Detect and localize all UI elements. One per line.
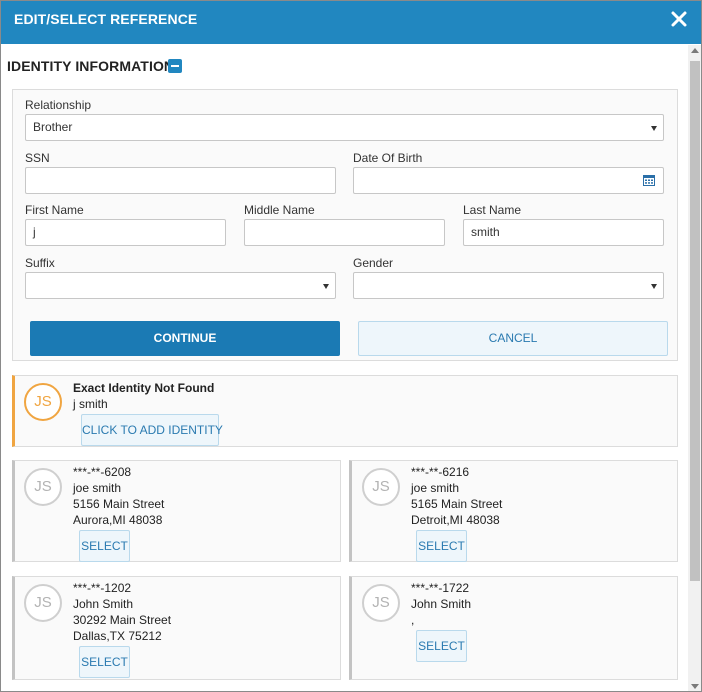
avatar: JS [362, 584, 400, 622]
avatar: JS [362, 468, 400, 506]
result-name: John Smith [411, 597, 472, 611]
vertical-scrollbar[interactable] [688, 45, 701, 691]
first-name-input[interactable]: j [25, 219, 226, 246]
select-button[interactable]: SELECT [79, 646, 130, 678]
not-found-heading: Exact Identity Not Found [73, 381, 215, 395]
result-ssn: ***-**-1722 [411, 581, 470, 595]
cancel-button[interactable]: CANCEL [358, 321, 668, 356]
select-button[interactable]: SELECT [79, 530, 130, 562]
scroll-up-arrow-icon[interactable] [691, 48, 699, 53]
identity-result-card: JS ***-**-1722 John Smith , SELECT [349, 576, 678, 680]
relationship-select[interactable]: Brother [25, 114, 664, 141]
continue-button[interactable]: CONTINUE [30, 321, 340, 356]
close-icon[interactable] [670, 10, 688, 28]
result-street: 5156 Main Street [73, 497, 165, 511]
scroll-down-arrow-icon[interactable] [691, 684, 699, 689]
scrollbar-thumb[interactable] [690, 61, 700, 581]
chevron-down-icon [323, 284, 329, 289]
result-city: Aurora,MI 48038 [73, 513, 163, 527]
relationship-value: Brother [33, 120, 73, 134]
result-street: 30292 Main Street [73, 613, 172, 627]
result-ssn: ***-**-6208 [73, 465, 132, 479]
last-name-value: smith [471, 225, 500, 239]
result-street: , [411, 613, 415, 627]
identity-result-card: JS ***-**-1202 John Smith 30292 Main Str… [12, 576, 341, 680]
middle-name-label: Middle Name [244, 203, 315, 217]
suffix-select[interactable] [25, 272, 336, 299]
select-button[interactable]: SELECT [416, 530, 467, 562]
chevron-down-icon [651, 284, 657, 289]
identity-not-found-card: JS Exact Identity Not Found j smith CLIC… [12, 375, 678, 447]
edit-select-reference-dialog: EDIT/SELECT REFERENCE IDENTITY INFORMATI… [0, 0, 702, 692]
date-of-birth-label: Date Of Birth [353, 151, 423, 165]
avatar: JS [24, 468, 62, 506]
middle-name-input[interactable] [244, 219, 445, 246]
result-city: Dallas,TX 75212 [73, 629, 162, 643]
result-name: joe smith [411, 481, 460, 495]
result-street: 5165 Main Street [411, 497, 503, 511]
ssn-label: SSN [25, 151, 50, 165]
calendar-icon[interactable] [643, 174, 655, 186]
add-identity-button[interactable]: CLICK TO ADD IDENTITY [81, 414, 223, 446]
result-city: Detroit,MI 48038 [411, 513, 500, 527]
dialog-titlebar: EDIT/SELECT REFERENCE [1, 1, 701, 44]
result-name: John Smith [73, 597, 134, 611]
first-name-label: First Name [25, 203, 84, 217]
relationship-label: Relationship [25, 98, 92, 112]
last-name-label: Last Name [463, 203, 522, 217]
collapse-minus-icon[interactable] [168, 59, 182, 73]
select-button[interactable]: SELECT [416, 630, 467, 662]
last-name-input[interactable]: smith [463, 219, 664, 246]
identity-section-title: IDENTITY INFORMATION [7, 58, 175, 74]
chevron-down-icon [651, 126, 657, 131]
result-name: joe smith [73, 481, 122, 495]
avatar: JS [24, 383, 62, 421]
identity-result-card: JS ***-**-6208 joe smith 5156 Main Stree… [12, 460, 341, 562]
gender-label: Gender [353, 256, 394, 270]
result-ssn: ***-**-6216 [411, 465, 470, 479]
dialog-title: EDIT/SELECT REFERENCE [14, 11, 198, 27]
avatar: JS [24, 584, 62, 622]
gender-select[interactable] [353, 272, 664, 299]
date-of-birth-input[interactable] [353, 167, 664, 194]
result-ssn: ***-**-1202 [73, 581, 132, 595]
suffix-label: Suffix [25, 256, 55, 270]
not-found-name: j smith [73, 397, 108, 411]
first-name-value: j [33, 225, 36, 239]
identity-result-card: JS ***-**-6216 joe smith 5165 Main Stree… [349, 460, 678, 562]
ssn-input[interactable] [25, 167, 336, 194]
